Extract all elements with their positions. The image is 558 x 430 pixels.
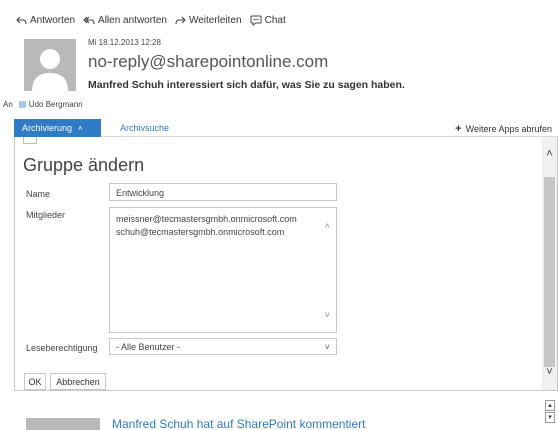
reply-all-button[interactable]: Allen antworten	[83, 15, 167, 26]
read-permission-select[interactable]: - Alle Benutzer - ˅	[109, 338, 337, 355]
sender-avatar	[24, 39, 76, 91]
scroll-down-icon[interactable]: ˅	[542, 365, 557, 379]
reply-icon	[16, 16, 27, 25]
next-message-preview: Manfred Schuh hat auf SharePoint komment…	[0, 392, 558, 430]
read-permission-label: Leseberechtigung	[26, 343, 98, 353]
presence-icon	[18, 101, 26, 108]
read-permission-value: - Alle Benutzer -	[116, 342, 181, 352]
name-input[interactable]: Entwicklung	[109, 183, 337, 201]
chevron-down-icon: ˅	[324, 342, 330, 352]
plus-icon: +	[455, 123, 462, 135]
scrollbar-thumb[interactable]	[544, 177, 555, 367]
chat-icon	[250, 15, 262, 26]
message-subject: Manfred Schuh interessiert sich dafür, w…	[88, 79, 405, 91]
forward-icon	[175, 16, 186, 25]
chat-label: Chat	[264, 14, 286, 26]
chat-button[interactable]: Chat	[250, 15, 286, 26]
more-apps-label: Weitere Apps abrufen	[465, 124, 552, 134]
addin-frame: Gruppe ändern Name Entwicklung Mitgliede…	[14, 137, 558, 391]
more-apps-button[interactable]: + Weitere Apps abrufen	[455, 123, 552, 135]
forward-button[interactable]: Weiterleiten	[175, 15, 242, 26]
message-date: Mi 18.12.2013 12:28	[88, 38, 161, 47]
chevron-up-icon: ˄	[78, 123, 83, 133]
reply-all-icon	[83, 16, 95, 25]
ok-button[interactable]: OK	[24, 373, 46, 390]
addin-tabbar: Archivierung ˄ Archivsuche + Weitere Apps…	[14, 119, 558, 137]
person-icon	[32, 49, 68, 91]
chevron-up-icon[interactable]: ˄	[325, 220, 330, 233]
cancel-button[interactable]: Abbrechen	[50, 373, 106, 390]
page-scrollbar[interactable]: ▴ ▾	[545, 400, 555, 424]
member-item[interactable]: schuh@tecmastersgmbh.onmicrosoft.com	[116, 226, 330, 239]
page-scroll-down-icon[interactable]: ▾	[545, 412, 555, 423]
recipient-name[interactable]: Udo Bergmann	[29, 100, 83, 109]
reply-all-label: Allen antworten	[98, 14, 167, 26]
message-toolbar: Antworten Allen antworten Weiterleiten C…	[16, 12, 294, 28]
tab-archivierung-label: Archivierung	[22, 123, 73, 133]
to-label: An	[3, 100, 13, 109]
frame-top-element	[23, 137, 37, 144]
scroll-up-icon[interactable]: ˄	[542, 147, 557, 161]
reply-label: Antworten	[30, 14, 76, 26]
reply-button[interactable]: Antworten	[16, 15, 75, 26]
chevron-down-icon[interactable]: ˅	[325, 309, 330, 322]
tab-archivierung[interactable]: Archivierung ˄	[14, 119, 101, 137]
preview-thumbnail	[26, 418, 100, 430]
members-list[interactable]: meissner@tecmastersgmbh.onmicrosoft.com …	[109, 207, 337, 333]
recipient-line: An Udo Bergmann	[3, 100, 83, 109]
sender-address[interactable]: no-reply@sharepointonline.com	[88, 52, 328, 72]
name-label: Name	[26, 189, 51, 199]
page-scroll-up-icon[interactable]: ▴	[545, 400, 555, 411]
panel-title: Gruppe ändern	[23, 155, 145, 175]
forward-label: Weiterleiten	[188, 14, 242, 26]
preview-text[interactable]: Manfred Schuh hat auf SharePoint komment…	[112, 417, 412, 430]
members-label: Mitglieder	[26, 210, 66, 220]
frame-scrollbar[interactable]: ˄ ˅	[542, 137, 557, 390]
tab-archivsuche[interactable]: Archivsuche	[120, 123, 169, 133]
member-item[interactable]: meissner@tecmastersgmbh.onmicrosoft.com	[116, 213, 330, 226]
